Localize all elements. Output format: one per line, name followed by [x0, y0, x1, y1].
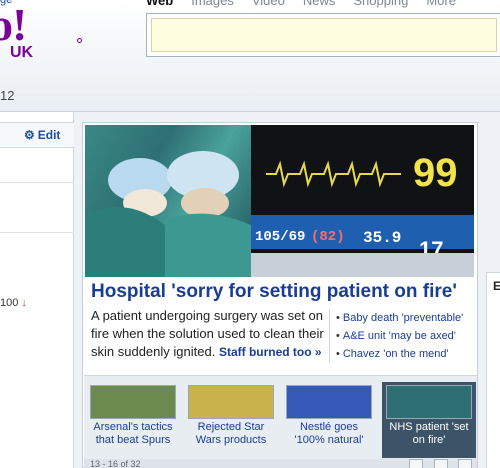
surgeons-photo — [85, 125, 251, 277]
thumbnail[interactable]: Rejected Star Wars products — [186, 382, 276, 458]
registered-mark-icon — [77, 38, 82, 43]
more-link[interactable]: Staff burned too » — [219, 345, 322, 359]
right-panel: E — [486, 272, 500, 468]
feature-summary: A patient undergoing surgery was set on … — [91, 307, 326, 361]
tab-web[interactable]: Web — [146, 0, 173, 8]
edit-button[interactable]: ⚙ Edit — [24, 128, 60, 142]
temp-readout: 35.9 — [363, 229, 402, 247]
feature-image[interactable]: 99 105/69 (82) 35.9 17 — [85, 125, 474, 277]
tab-images[interactable]: Images — [191, 0, 234, 8]
news-feature: 99 105/69 (82) 35.9 17 Hospital 'sorry f… — [82, 122, 478, 468]
thumbnail[interactable]: Arsenal's tactics that beat Spurs — [88, 382, 178, 458]
thumbnail-caption: Rejected Star Wars products — [195, 421, 267, 446]
thumbnail-image — [90, 385, 176, 419]
tab-news[interactable]: News — [303, 0, 336, 8]
bullet-icon: • — [336, 330, 340, 342]
search-input[interactable] — [151, 18, 497, 52]
thumbnail-strip: Arsenal's tactics that beat Spurs Reject… — [84, 375, 477, 459]
market-index[interactable]: 100 ↓ — [0, 297, 27, 309]
bullet-icon: • — [336, 312, 340, 324]
related-link[interactable]: • A&E unit 'may be axed' — [336, 327, 469, 345]
heart-rate-readout: 99 — [413, 151, 458, 195]
divider — [0, 232, 74, 233]
search-tabs: Web Images Video News Shopping More — [146, 0, 474, 8]
tab-video[interactable]: Video — [252, 0, 285, 8]
bp-readout: 105/69 — [255, 229, 306, 245]
index-value: 100 — [0, 297, 19, 309]
date-fragment: 12 — [0, 88, 15, 103]
header-bar: ge oo! UK Web Images Video News Shopping… — [0, 0, 500, 112]
thumbnail-image — [188, 385, 274, 419]
heart-wave-icon — [266, 160, 401, 188]
thumbnail-selected[interactable]: NHS patient 'set on fire' — [382, 382, 476, 458]
edit-label: Edit — [37, 128, 61, 142]
related-links: • Baby death 'preventable' • A&E unit 'may… — [329, 309, 469, 363]
prev-button[interactable] — [409, 459, 423, 468]
thumbnail-image — [386, 385, 472, 419]
monitor-buttons — [251, 253, 474, 277]
map-readout: (82) — [311, 229, 345, 245]
thumbnail-caption: Nestlé goes '100% natural' — [294, 421, 364, 446]
surgeons-illustration — [85, 151, 251, 277]
related-link[interactable]: • Chavez 'on the mend' — [336, 345, 469, 363]
arrow-down-icon: ↓ — [21, 297, 27, 309]
right-panel-letter: E — [493, 279, 500, 293]
thumbnail[interactable]: Nestlé goes '100% natural' — [284, 382, 374, 458]
tab-more[interactable]: More — [426, 0, 456, 8]
left-panel-header: ⚙ Edit — [0, 122, 74, 148]
region-label: UK — [10, 44, 34, 61]
thumbnail-caption: Arsenal's tactics that beat Spurs — [93, 421, 173, 446]
related-link[interactable]: • Baby death 'preventable' — [336, 309, 469, 327]
feature-headline[interactable]: Hospital 'sorry for setting patient on f… — [91, 281, 457, 303]
search-box — [146, 13, 500, 57]
thumbnail-image — [286, 385, 372, 419]
thumbnail-caption: NHS patient 'set on fire' — [389, 421, 469, 446]
patient-monitor-photo: 99 105/69 (82) 35.9 17 — [251, 125, 474, 277]
pager-text: 13 - 16 of 32 — [90, 459, 141, 468]
gear-icon: ⚙ — [24, 128, 35, 142]
next-button[interactable] — [458, 459, 472, 468]
pause-button[interactable] — [434, 459, 448, 468]
left-panel: ⚙ Edit 100 ↓ — [0, 112, 74, 468]
divider — [0, 182, 74, 183]
pager: 13 - 16 of 32 — [84, 459, 477, 468]
bullet-icon: • — [336, 348, 340, 360]
tab-shopping[interactable]: Shopping — [353, 0, 408, 8]
